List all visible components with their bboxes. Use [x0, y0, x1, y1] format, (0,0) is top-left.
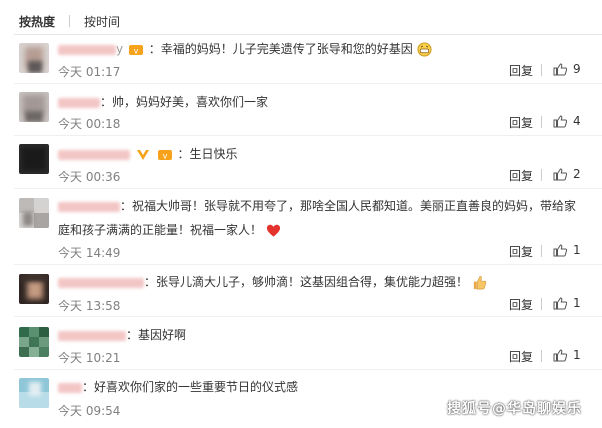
avatar[interactable] — [19, 327, 49, 357]
grin-emoji-icon — [417, 42, 432, 57]
like-button[interactable]: 2 — [553, 167, 581, 181]
comment-time: 今天 10:21 — [58, 351, 121, 365]
comment-text: ：帅，妈妈好美，喜欢你们一家 — [100, 95, 269, 109]
row-divider — [14, 264, 602, 265]
thumbs-up-icon — [553, 348, 567, 361]
thumbs-up-icon — [553, 62, 567, 75]
svg-text:v: v — [134, 46, 139, 55]
comment-time: 今天 14:49 — [58, 246, 121, 260]
comment-time: 今天 09:54 — [58, 404, 121, 418]
reply-button[interactable]: 回复 — [509, 167, 533, 184]
comment-text: ：生日快乐 — [177, 147, 238, 161]
action-divider — [541, 169, 542, 181]
heart-emoji-icon — [266, 224, 280, 237]
avatar[interactable] — [19, 43, 49, 73]
action-divider — [541, 350, 542, 362]
username[interactable] — [58, 277, 144, 288]
member-badge-icon: v — [157, 149, 172, 160]
username[interactable] — [58, 330, 126, 341]
reply-button[interactable]: 回复 — [509, 348, 533, 365]
action-divider — [541, 298, 542, 310]
like-button[interactable]: 1 — [553, 243, 581, 257]
svg-text:v: v — [162, 151, 167, 160]
member-badge-icon: v — [128, 44, 143, 55]
comment-text: ：好喜欢你们家的一些重要节日的仪式感 — [82, 380, 299, 394]
like-button[interactable]: 9 — [553, 62, 581, 76]
watermark: 搜狐号@华岛聊娱乐 — [447, 401, 582, 417]
like-button[interactable]: 1 — [553, 348, 581, 362]
comment-text: ：基因好啊 — [126, 328, 187, 342]
username[interactable] — [58, 44, 116, 55]
username[interactable] — [58, 97, 100, 108]
like-count: 1 — [573, 296, 581, 310]
like-count: 9 — [573, 62, 581, 76]
reply-button[interactable]: 回复 — [509, 296, 533, 313]
comment-text: ：祝福大帅哥！张导就不用夸了，那啥全国人民都知道。美丽正直善良的妈妈，带给家 — [120, 199, 577, 213]
like-count: 1 — [573, 243, 581, 257]
like-button[interactable]: 4 — [553, 114, 581, 128]
row-divider — [14, 369, 602, 370]
avatar[interactable] — [19, 198, 49, 228]
like-button[interactable]: 1 — [553, 296, 581, 310]
action-divider — [541, 116, 542, 128]
row-divider — [14, 188, 602, 189]
comment-text-line2: 庭和孩子满满的正能量！祝福一家人！ — [58, 223, 263, 237]
sort-by-hot[interactable]: 按热度 — [19, 13, 55, 30]
header-divider — [14, 34, 602, 35]
sort-bar: 按热度 按时间 — [19, 11, 120, 31]
comment-text: ：幸福的妈妈！儿子完美遗传了张导和您的好基因 — [148, 42, 413, 56]
comment-time: 今天 00:36 — [58, 170, 121, 184]
like-count: 4 — [573, 114, 581, 128]
sort-by-time[interactable]: 按时间 — [84, 13, 120, 30]
like-count: 1 — [573, 348, 581, 362]
thumbs-up-emoji-icon — [473, 276, 487, 290]
row-divider — [14, 83, 602, 84]
thumbs-up-icon — [553, 243, 567, 256]
comment-time: 今天 01:17 — [58, 65, 121, 79]
like-count: 2 — [573, 167, 581, 181]
sort-divider — [69, 15, 71, 27]
row-divider — [14, 316, 602, 317]
comment-time: 今天 13:58 — [58, 299, 121, 313]
avatar[interactable] — [19, 274, 49, 304]
row-divider — [14, 135, 602, 136]
avatar[interactable] — [19, 378, 49, 408]
reply-button[interactable]: 回复 — [509, 62, 533, 79]
username[interactable] — [58, 149, 130, 160]
comment-text: ：张导儿滴大儿子，够帅滴！这基因组合得，集优能力超强！ — [144, 275, 469, 289]
avatar[interactable] — [19, 144, 49, 174]
reply-button[interactable]: 回复 — [509, 114, 533, 131]
action-divider — [541, 245, 542, 257]
comment-time: 今天 00:18 — [58, 117, 121, 131]
avatar[interactable] — [19, 92, 49, 122]
username[interactable] — [58, 382, 82, 393]
reply-button[interactable]: 回复 — [509, 243, 533, 260]
username[interactable] — [58, 201, 120, 212]
thumbs-up-icon — [553, 114, 567, 127]
action-divider — [541, 64, 542, 76]
verified-v-icon — [136, 149, 149, 160]
thumbs-up-icon — [553, 296, 567, 309]
thumbs-up-icon — [553, 167, 567, 180]
